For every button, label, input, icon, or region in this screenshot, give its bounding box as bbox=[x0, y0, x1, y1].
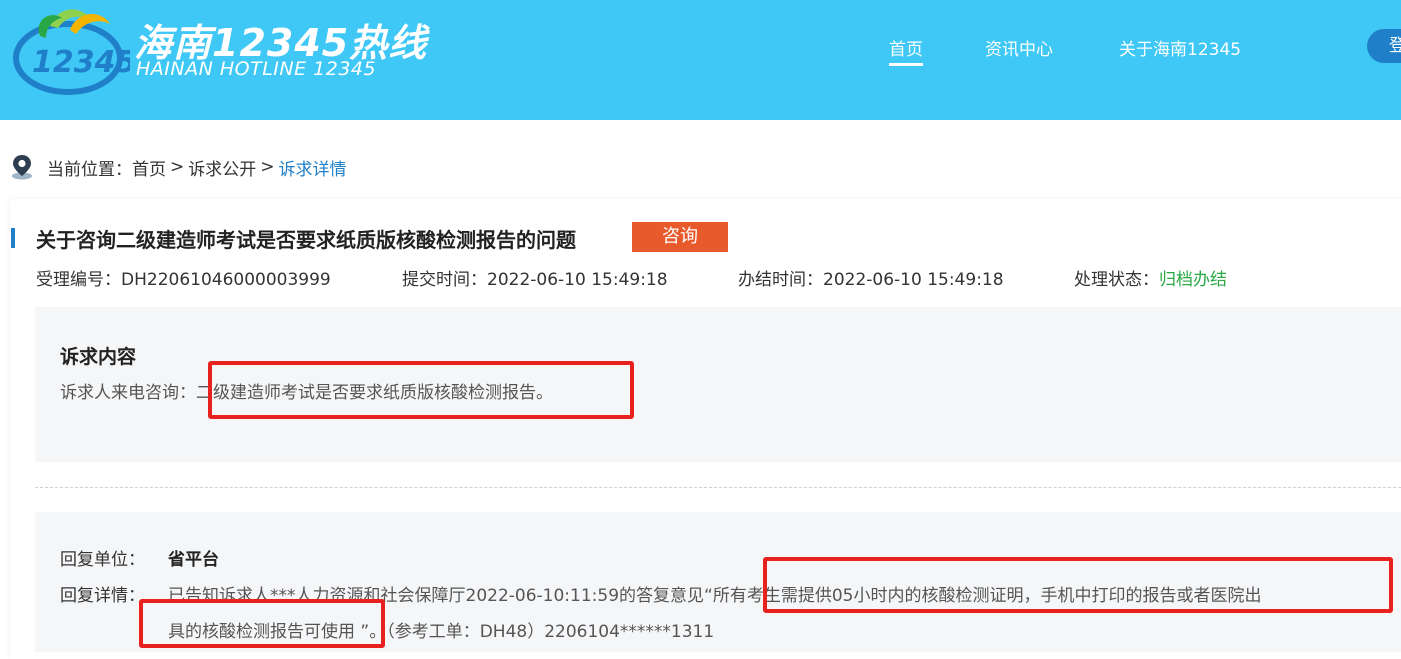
breadcrumb: 当前位置： 首页 > 诉求公开 > 诉求详情 bbox=[10, 154, 347, 180]
location-pin-icon bbox=[12, 155, 32, 180]
highlight-box bbox=[208, 361, 634, 419]
finish-time: 办结时间：2022-06-10 15:49:18 bbox=[738, 265, 1004, 290]
login-button[interactable]: 登录 bbox=[1367, 29, 1401, 63]
reply-unit-value: 省平台 bbox=[168, 550, 219, 570]
finish-time-value: 2022-06-10 15:49:18 bbox=[823, 270, 1004, 290]
status-label: 处理状态： bbox=[1074, 270, 1159, 290]
appeal-content-heading: 诉求内容 bbox=[60, 346, 137, 368]
section-divider bbox=[35, 487, 1401, 488]
hotline-logo-icon[interactable]: 12345 bbox=[10, 0, 130, 100]
nav-news-center[interactable]: 资讯中心 bbox=[985, 35, 1053, 60]
type-badge: 咨询 bbox=[632, 222, 728, 252]
reply-detail-label: 回复详情： bbox=[60, 586, 145, 606]
site-header: 12345 海南12345热线 HAINAN HOTLINE 12345 首页 … bbox=[0, 0, 1401, 120]
breadcrumb-prefix: 当前位置： bbox=[47, 159, 132, 180]
svg-text:12345: 12345 bbox=[32, 45, 130, 80]
submit-time-label: 提交时间： bbox=[402, 270, 487, 290]
submit-time-value: 2022-06-10 15:49:18 bbox=[487, 270, 668, 290]
finish-time-label: 办结时间： bbox=[738, 270, 823, 290]
highlight-box bbox=[763, 557, 1393, 613]
breadcrumb-current: 诉求详情 bbox=[278, 159, 347, 180]
process-status: 处理状态：归档办结 bbox=[1074, 265, 1227, 290]
breadcrumb-home-link[interactable]: 首页 bbox=[132, 155, 166, 180]
breadcrumb-separator: > bbox=[170, 157, 185, 177]
page-title: 关于咨询二级建造师考试是否要求纸质版核酸检测报告的问题 bbox=[36, 228, 576, 252]
accept-number-label: 受理编号： bbox=[36, 270, 121, 290]
breadcrumb-separator: > bbox=[260, 157, 275, 177]
nav-about[interactable]: 关于海南12345 bbox=[1119, 35, 1241, 60]
reply-unit-label: 回复单位： bbox=[60, 550, 145, 570]
logo-english-title[interactable]: HAINAN HOTLINE 12345 bbox=[136, 58, 376, 80]
accept-number: 受理编号：DH22061046000003999 bbox=[36, 265, 331, 290]
accept-number-value: DH22061046000003999 bbox=[121, 270, 331, 290]
highlight-box bbox=[139, 599, 385, 648]
breadcrumb-public-link[interactable]: 诉求公开 bbox=[188, 155, 256, 180]
title-accent-bar bbox=[11, 228, 15, 248]
submit-time: 提交时间：2022-06-10 15:49:18 bbox=[402, 265, 668, 290]
nav-home[interactable]: 首页 bbox=[889, 35, 923, 66]
status-value: 归档办结 bbox=[1159, 270, 1227, 290]
